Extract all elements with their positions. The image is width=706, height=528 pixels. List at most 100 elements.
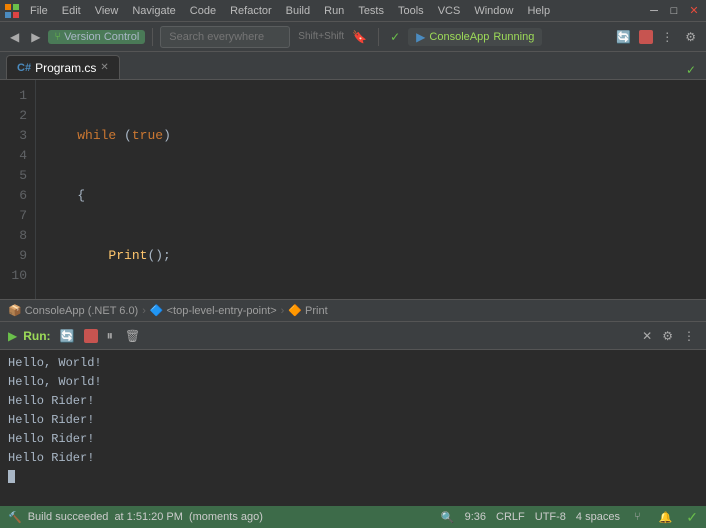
menu-run[interactable]: Run (318, 3, 350, 19)
line-numbers: 1 2 3 4 5 6 7 8 9 10 (0, 80, 36, 299)
build-icon: 🔨 (8, 511, 22, 524)
main-area: 1 2 3 4 5 6 7 8 9 10 while (true) { Prin… (0, 80, 706, 528)
code-line-3: Print(); (46, 246, 696, 266)
breadcrumb-item-1[interactable]: 📦 ConsoleApp (.NET 6.0) (8, 304, 138, 317)
breadcrumb-icon-1: 📦 (8, 304, 22, 317)
toolbar-separator (152, 28, 153, 46)
breadcrumb-label-3: Print (305, 305, 328, 317)
vcs-label: Version Control (64, 31, 139, 43)
cursor (8, 470, 15, 483)
tab-bar: C# Program.cs ✕ ✓ (0, 52, 706, 80)
breadcrumb-label-1: ConsoleApp (.NET 6.0) (25, 305, 139, 317)
vcs-indicator[interactable]: ⑂ Version Control (48, 30, 145, 44)
cursor-icon: 🔍 (441, 511, 455, 524)
output-line-1: Hello, World! (8, 354, 698, 373)
breadcrumb-item-3[interactable]: 🔶 Print (288, 304, 327, 317)
menu-file[interactable]: File (24, 3, 54, 19)
breadcrumb-sep-2: › (281, 305, 285, 317)
run-panel-clear-button[interactable]: 🗑 (122, 328, 143, 344)
run-panel-title-text: Run: (23, 329, 50, 343)
title-bar: File Edit View Navigate Code Refactor Bu… (0, 0, 706, 22)
breadcrumb-icon-2: 🔷 (150, 304, 164, 317)
run-app-icon: ▶ (416, 30, 425, 44)
menu-code[interactable]: Code (184, 3, 222, 19)
code-content[interactable]: while (true) { Print(); Thread.Sleep(mil… (36, 80, 706, 299)
encoding[interactable]: UTF-8 (535, 511, 566, 523)
tab-bar-extra: ✓ (682, 61, 700, 79)
menu-view[interactable]: View (89, 3, 125, 19)
status-right: 🔍 9:36 CRLF UTF-8 4 spaces ⑂ 🔔 ✓ (441, 509, 698, 526)
stop-button[interactable] (639, 30, 653, 44)
bookmark-button[interactable]: 🔖 (348, 28, 371, 46)
breadcrumb-sep-1: › (142, 305, 146, 317)
back-button[interactable]: ◀ (6, 28, 23, 46)
status-bar: 🔨 Build succeeded at 1:51:20 PM (moments… (0, 506, 706, 528)
menu-tools[interactable]: Tools (392, 3, 430, 19)
tab-program-cs[interactable]: C# Program.cs ✕ (6, 55, 120, 79)
code-line-2: { (46, 186, 696, 206)
close-button[interactable]: ✕ (686, 3, 702, 19)
indent[interactable]: 4 spaces (576, 511, 620, 523)
tab-lang-label: C# (17, 62, 31, 74)
menu-navigate[interactable]: Navigate (126, 3, 181, 19)
run-panel-title: Run: (23, 329, 50, 343)
search-shortcut: Shift+Shift (298, 31, 344, 42)
menu-refactor[interactable]: Refactor (224, 3, 278, 19)
output-line-2: Hello, World! (8, 373, 698, 392)
output-line-5: Hello Rider! (8, 430, 698, 449)
maximize-button[interactable]: □ (666, 3, 682, 19)
run-panel-rerun-button[interactable]: 🔄 (57, 328, 78, 344)
status-notifications-button[interactable]: 🔔 (655, 509, 677, 526)
run-panel-icon: ▶ (8, 329, 17, 343)
menu-tests[interactable]: Tests (352, 3, 390, 19)
breadcrumb-label-2: <top-level-entry-point> (167, 305, 277, 317)
cursor-position[interactable]: 9:36 (465, 511, 486, 523)
refresh-button[interactable]: 🔄 (612, 28, 635, 46)
toolbar-right: 🔄 ⋮ ⚙ (612, 28, 700, 46)
run-status-label: Running (493, 31, 534, 43)
toolbar-separator-2 (378, 28, 379, 46)
breadcrumb-bar: 📦 ConsoleApp (.NET 6.0) › 🔷 <top-level-e… (0, 299, 706, 321)
vcs-icon: ⑂ (54, 31, 61, 43)
line-ending[interactable]: CRLF (496, 511, 525, 523)
menu-edit[interactable]: Edit (56, 3, 87, 19)
menu-build[interactable]: Build (280, 3, 316, 19)
menu-bar: File Edit View Navigate Code Refactor Bu… (24, 3, 556, 19)
output-line-6: Hello Rider! (8, 449, 698, 468)
menu-vcs[interactable]: VCS (432, 3, 467, 19)
breadcrumb-item-2[interactable]: 🔷 <top-level-entry-point> (150, 304, 277, 317)
run-panel: ▶ Run: 🔄 ⏸ 🗑 ✕ ⚙ ⋮ Hello, World! Hello, … (0, 321, 706, 506)
run-check-button[interactable]: ✓ (386, 28, 404, 46)
run-panel-settings-button[interactable]: ⚙ (659, 328, 676, 344)
run-output: Hello, World! Hello, World! Hello Rider!… (0, 350, 706, 506)
build-age: (moments ago) (189, 511, 263, 523)
run-panel-close-button[interactable]: ✕ (639, 328, 655, 344)
editor-area: 1 2 3 4 5 6 7 8 9 10 while (true) { Prin… (0, 80, 706, 528)
run-panel-stop-button[interactable] (84, 329, 98, 343)
run-panel-right: ✕ ⚙ ⋮ (639, 328, 698, 344)
menu-help[interactable]: Help (521, 3, 556, 19)
settings-button[interactable]: ⚙ (681, 28, 700, 46)
forward-button[interactable]: ▶ (27, 28, 44, 46)
tab-extra-button[interactable]: ✓ (682, 61, 700, 79)
status-ok-icon: ✓ (686, 509, 698, 526)
run-status-indicator: ▶ ConsoleApp Running (408, 28, 542, 46)
run-panel-more-button[interactable]: ⋮ (680, 328, 698, 344)
tab-close-button[interactable]: ✕ (100, 62, 108, 73)
minimize-button[interactable]: ─ (646, 3, 662, 19)
output-line-3: Hello Rider! (8, 392, 698, 411)
more-button[interactable]: ⋮ (657, 28, 677, 46)
output-line-4: Hello Rider! (8, 411, 698, 430)
code-editor[interactable]: 1 2 3 4 5 6 7 8 9 10 while (true) { Prin… (0, 80, 706, 299)
build-status: Build succeeded (28, 511, 109, 523)
run-app-label: ConsoleApp (429, 31, 489, 43)
output-cursor-line (8, 468, 698, 487)
app-logo (4, 3, 20, 19)
menu-window[interactable]: Window (468, 3, 519, 19)
search-input[interactable] (160, 26, 290, 48)
status-vcs-button[interactable]: ⑂ (630, 509, 645, 525)
window-controls: ─ □ ✕ (646, 3, 702, 19)
run-panel-suspend-button[interactable]: ⏸ (104, 327, 117, 345)
code-line-1: while (true) (46, 126, 696, 146)
toolbar: ◀ ▶ ⑂ Version Control Shift+Shift 🔖 ✓ ▶ … (0, 22, 706, 52)
